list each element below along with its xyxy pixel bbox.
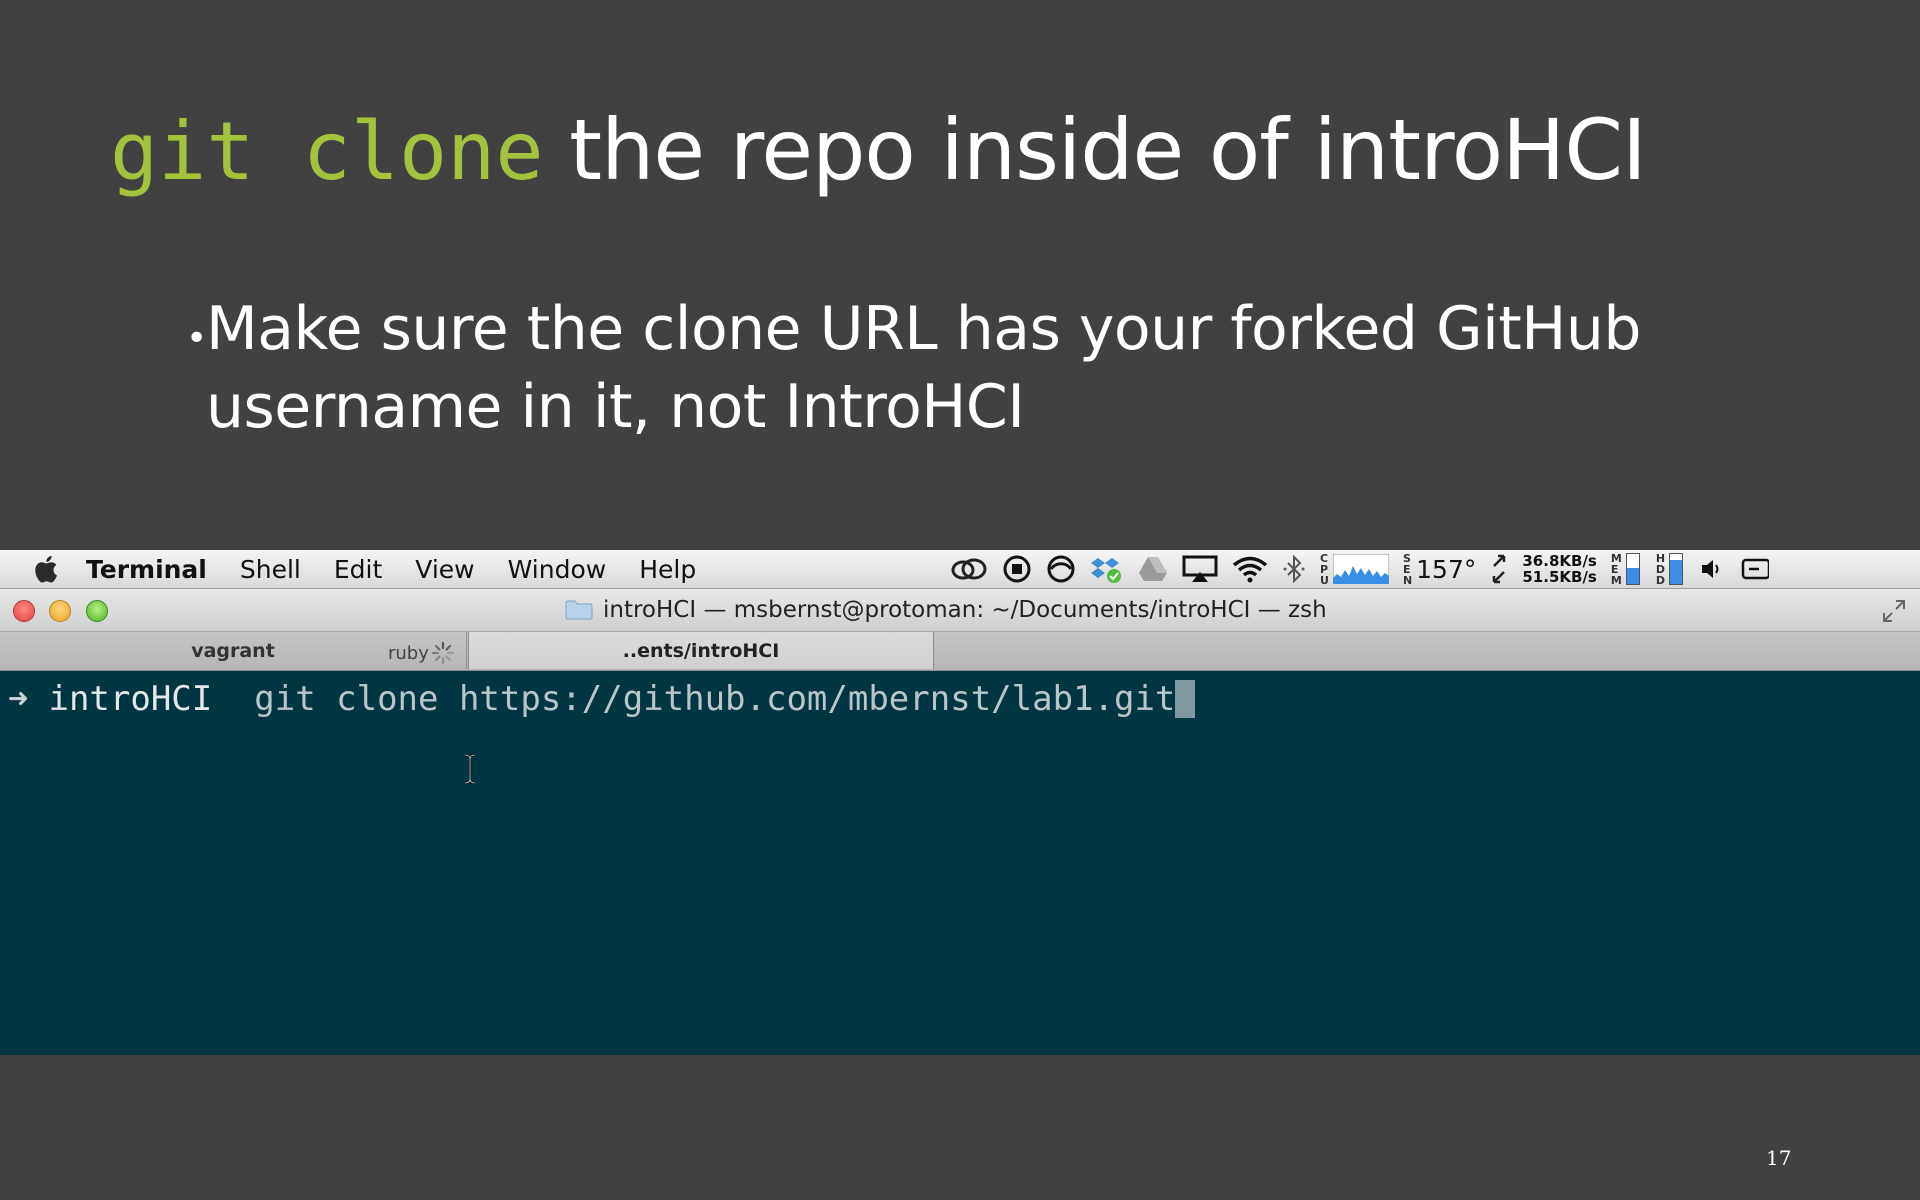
stop-record-icon[interactable]	[1002, 554, 1032, 584]
sen-label-text: SEN	[1402, 551, 1413, 587]
menu-view[interactable]: View	[415, 555, 474, 584]
cpu-label: CPU	[1320, 553, 1329, 586]
hdd-gauge[interactable]	[1669, 553, 1684, 585]
tab-vagrant-process-label: ruby	[388, 642, 429, 664]
sen-label: SEN	[1403, 553, 1412, 586]
slide-title-rest: the repo inside of introHCI	[543, 101, 1647, 199]
text-cursor	[1175, 680, 1196, 718]
cpu-label-text: CPU	[1320, 551, 1329, 587]
hdd-gauge-fill	[1670, 560, 1683, 584]
net-up-rate: 51.5KB/s	[1522, 568, 1597, 586]
minimize-window-button[interactable]	[49, 600, 71, 622]
fullscreen-icon[interactable]	[1882, 599, 1906, 627]
mem-label-text: MEM	[1610, 551, 1622, 587]
apple-menu-icon[interactable]	[34, 553, 66, 585]
menu-help[interactable]: Help	[639, 555, 696, 584]
network-arrows-icon	[1490, 554, 1508, 584]
prompt-cwd: introHCI	[48, 679, 213, 719]
menu-window[interactable]: Window	[508, 555, 607, 584]
mem-label: MEM	[1611, 553, 1622, 586]
zoom-window-button[interactable]	[86, 600, 108, 622]
cpu-graph-icon[interactable]	[1332, 554, 1389, 584]
tab-introhci-label: ..ents/introHCI	[622, 639, 780, 662]
prompt-line: ➜ introHCI git clone https://github.com/…	[8, 679, 1196, 719]
ibeam-cursor-icon	[462, 753, 478, 794]
wifi-icon[interactable]	[1232, 555, 1268, 583]
sync-circle-icon[interactable]	[1046, 554, 1076, 584]
close-window-button[interactable]	[13, 600, 35, 622]
battery-icon[interactable]	[1739, 557, 1770, 581]
slide-page-number: 17	[1766, 1146, 1792, 1170]
menu-edit[interactable]: Edit	[334, 555, 382, 584]
status-area: CPU SEN 157° 36.8KB/s 51.5KB/s MEM HDD	[950, 550, 1783, 588]
terminal-output[interactable]: ➜ introHCI git clone https://github.com/…	[0, 671, 1920, 1055]
window-title: introHCI — msbernst@protoman: ~/Document…	[565, 597, 1327, 623]
spinner-icon	[431, 641, 454, 665]
volume-icon[interactable]	[1699, 556, 1725, 582]
net-down-rate: 36.8KB/s	[1522, 552, 1597, 570]
tab-vagrant[interactable]: vagrant ruby	[0, 632, 467, 669]
tab-vagrant-process: ruby	[388, 641, 455, 665]
creative-cloud-icon[interactable]	[950, 556, 988, 582]
hdd-label: HDD	[1656, 553, 1665, 586]
tab-vagrant-label: vagrant	[191, 639, 275, 662]
airplay-icon[interactable]	[1182, 555, 1218, 583]
menu-shell[interactable]: Shell	[240, 555, 301, 584]
command-text: git clone https://github.com/mbernst/lab…	[254, 679, 1176, 719]
menu-app-terminal[interactable]: Terminal	[86, 555, 207, 584]
hdd-label-text: HDD	[1655, 551, 1666, 587]
tab-bar: vagrant ruby ..ents/introHCI	[0, 632, 1920, 671]
mem-gauge-fill	[1626, 567, 1639, 584]
slide-title: git clone the repo inside of introHCI	[110, 108, 1647, 192]
google-drive-icon[interactable]	[1138, 555, 1168, 583]
tab-introhci[interactable]: ..ents/introHCI	[468, 632, 934, 669]
menu-bar: Terminal Shell Edit View Window Help CPU	[0, 550, 1920, 589]
window-titlebar[interactable]: introHCI — msbernst@protoman: ~/Document…	[0, 589, 1920, 632]
bullet-marker: •	[186, 318, 208, 359]
bluetooth-icon[interactable]	[1282, 555, 1306, 583]
temperature-readout[interactable]: 157°	[1416, 555, 1476, 584]
slide-title-code: git clone	[110, 105, 544, 198]
window-title-text: introHCI — msbernst@protoman: ~/Document…	[603, 597, 1327, 623]
bullet-text: Make sure the clone URL has your forked …	[206, 294, 1642, 442]
mem-gauge[interactable]	[1625, 553, 1640, 585]
network-rates[interactable]: 36.8KB/s 51.5KB/s	[1522, 553, 1596, 585]
folder-icon	[565, 600, 593, 620]
dropbox-icon[interactable]	[1090, 554, 1124, 584]
prompt-arrow: ➜	[8, 679, 29, 719]
